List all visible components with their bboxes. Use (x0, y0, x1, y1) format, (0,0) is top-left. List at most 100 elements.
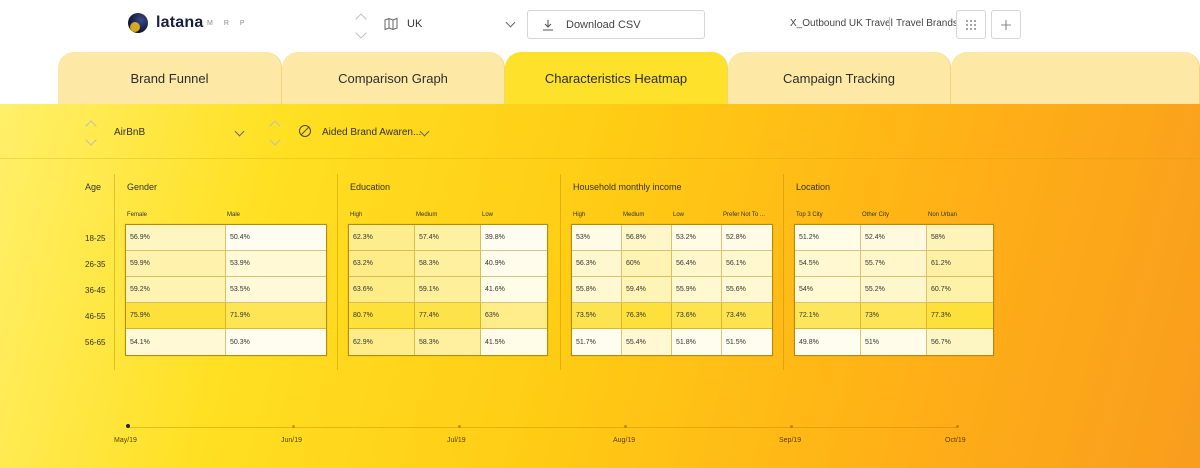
tab-characteristics-heatmap[interactable]: Characteristics Heatmap (505, 52, 728, 104)
heatmap-cell[interactable]: 63.6% (349, 277, 415, 303)
heatmap-cell[interactable]: 51.8% (672, 329, 722, 355)
timeline-label[interactable]: Sep/19 (779, 437, 801, 444)
heatmap-cell[interactable]: 51.5% (722, 329, 772, 355)
heatmap-cell[interactable]: 57.4% (415, 225, 481, 251)
heatmap-cell[interactable]: 62.9% (349, 329, 415, 355)
metric-select[interactable]: Aided Brand Awaren... (322, 127, 421, 138)
heatmap-cell[interactable]: 56.4% (672, 251, 722, 277)
heatmap-cell[interactable]: 63% (481, 303, 547, 329)
heatmap-cell[interactable]: 73% (861, 303, 927, 329)
tab-comparison-graph[interactable]: Comparison Graph (282, 52, 505, 104)
heatmap-cell[interactable]: 54.1% (126, 329, 226, 355)
latana-logo-mark-icon (128, 13, 148, 33)
timeline-point[interactable] (457, 425, 461, 428)
chevron-up-icon[interactable] (85, 120, 97, 132)
heatmap-cell[interactable]: 50.3% (226, 329, 326, 355)
heatmap-cell[interactable]: 56.3% (572, 251, 622, 277)
heatmap-cell[interactable]: 53.9% (226, 251, 326, 277)
chevron-down-icon[interactable] (85, 134, 97, 146)
heatmap-cell[interactable]: 52.8% (722, 225, 772, 251)
latana-logo[interactable]: latana (128, 13, 203, 33)
chevron-down-icon[interactable] (234, 126, 245, 137)
heatmap-cell[interactable]: 73.5% (572, 303, 622, 329)
heatmap-cell[interactable]: 59.2% (126, 277, 226, 303)
heatmap-cell[interactable]: 75.9% (126, 303, 226, 329)
heatmap-cell[interactable]: 56.8% (622, 225, 672, 251)
metric-icon (299, 125, 311, 137)
chevron-up-icon[interactable] (355, 13, 367, 25)
heatmap-cell[interactable]: 80.7% (349, 303, 415, 329)
heatmap-cell[interactable]: 40.9% (481, 251, 547, 277)
heatmap-cell[interactable]: 62.3% (349, 225, 415, 251)
heatmap-cell[interactable]: 56.9% (126, 225, 226, 251)
timeline-label[interactable]: Jun/19 (281, 437, 302, 444)
category-name[interactable]: Travel Brands (896, 18, 958, 29)
heatmap-cell[interactable]: 77.4% (415, 303, 481, 329)
timeline-point[interactable] (125, 424, 130, 428)
heatmap-cell[interactable]: 50.4% (226, 225, 326, 251)
heatmap-cell[interactable]: 54.5% (795, 251, 861, 277)
heatmap-cell[interactable]: 73.4% (722, 303, 772, 329)
heatmap-cell[interactable]: 55.8% (572, 277, 622, 303)
timeline-point[interactable] (623, 425, 627, 428)
add-button[interactable] (991, 10, 1021, 39)
country-stepper[interactable] (352, 5, 372, 45)
download-csv-button[interactable]: Download CSV (527, 10, 705, 39)
tab-campaign-tracking[interactable]: Campaign Tracking (728, 52, 951, 104)
brand-select[interactable]: AirBnB (114, 127, 145, 138)
heatmap-cell[interactable]: 59.9% (126, 251, 226, 277)
heatmap-cell[interactable]: 59.4% (622, 277, 672, 303)
heatmap-cell[interactable]: 54% (795, 277, 861, 303)
heatmap-cell[interactable]: 53.2% (672, 225, 722, 251)
timeline-point[interactable] (789, 425, 793, 428)
heatmap-cell[interactable]: 77.3% (927, 303, 993, 329)
heatmap-cell[interactable]: 39.8% (481, 225, 547, 251)
heatmap-cell[interactable]: 51% (861, 329, 927, 355)
heatmap-cell[interactable]: 60.7% (927, 277, 993, 303)
heatmap-cell[interactable]: 51.2% (795, 225, 861, 251)
heatmap-cell[interactable]: 55.2% (861, 277, 927, 303)
heatmap-cell[interactable]: 49.8% (795, 329, 861, 355)
heatmap-cell[interactable]: 53.5% (226, 277, 326, 303)
timeline-track[interactable] (127, 427, 957, 428)
timeline-label[interactable]: May/19 (114, 437, 137, 444)
heatmap-cell[interactable]: 59.1% (415, 277, 481, 303)
heatmap-cell[interactable]: 41.6% (481, 277, 547, 303)
heatmap-cell[interactable]: 52.4% (861, 225, 927, 251)
brand-stepper[interactable] (82, 112, 102, 152)
heatmap-cell[interactable]: 55.9% (672, 277, 722, 303)
heatmap-cell[interactable]: 76.3% (622, 303, 672, 329)
timeline-label[interactable]: Jul/19 (447, 437, 466, 444)
heatmap-cell[interactable]: 73.6% (672, 303, 722, 329)
heatmap-cell[interactable]: 58% (927, 225, 993, 251)
heatmap-cell[interactable]: 63.2% (349, 251, 415, 277)
heatmap-cell[interactable]: 60% (622, 251, 672, 277)
country-select[interactable]: UK (407, 18, 422, 30)
heatmap-cell[interactable]: 53% (572, 225, 622, 251)
heatmap-cell[interactable]: 58.3% (415, 251, 481, 277)
timeline-point[interactable] (955, 425, 959, 428)
heatmap-cell[interactable]: 71.9% (226, 303, 326, 329)
heatmap-cell[interactable]: 55.6% (722, 277, 772, 303)
heatmap-cell[interactable]: 55.7% (861, 251, 927, 277)
chevron-down-icon[interactable] (505, 17, 516, 28)
chevron-down-icon[interactable] (269, 134, 281, 146)
heatmap-cell[interactable]: 56.7% (927, 329, 993, 355)
timeline-label[interactable]: Aug/19 (613, 437, 635, 444)
heatmap-cell[interactable]: 55.4% (622, 329, 672, 355)
tab-brand-funnel[interactable]: Brand Funnel (58, 52, 282, 104)
heatmap-cell[interactable]: 72.1% (795, 303, 861, 329)
chevron-down-icon[interactable] (355, 27, 367, 39)
timeline-label[interactable]: Oct/19 (945, 437, 966, 444)
heatmap-cell[interactable]: 56.1% (722, 251, 772, 277)
chevron-up-icon[interactable] (269, 120, 281, 132)
timeline-point[interactable] (291, 425, 295, 428)
heatmap-cell[interactable]: 51.7% (572, 329, 622, 355)
heatmap-cell[interactable]: 58.3% (415, 329, 481, 355)
heatmap-cell[interactable]: 41.5% (481, 329, 547, 355)
metric-stepper[interactable] (266, 112, 286, 152)
grid-menu-button[interactable] (956, 10, 986, 39)
project-name[interactable]: X_Outbound UK Travel (790, 18, 893, 29)
mrp-letter: M (207, 20, 214, 27)
heatmap-cell[interactable]: 61.2% (927, 251, 993, 277)
